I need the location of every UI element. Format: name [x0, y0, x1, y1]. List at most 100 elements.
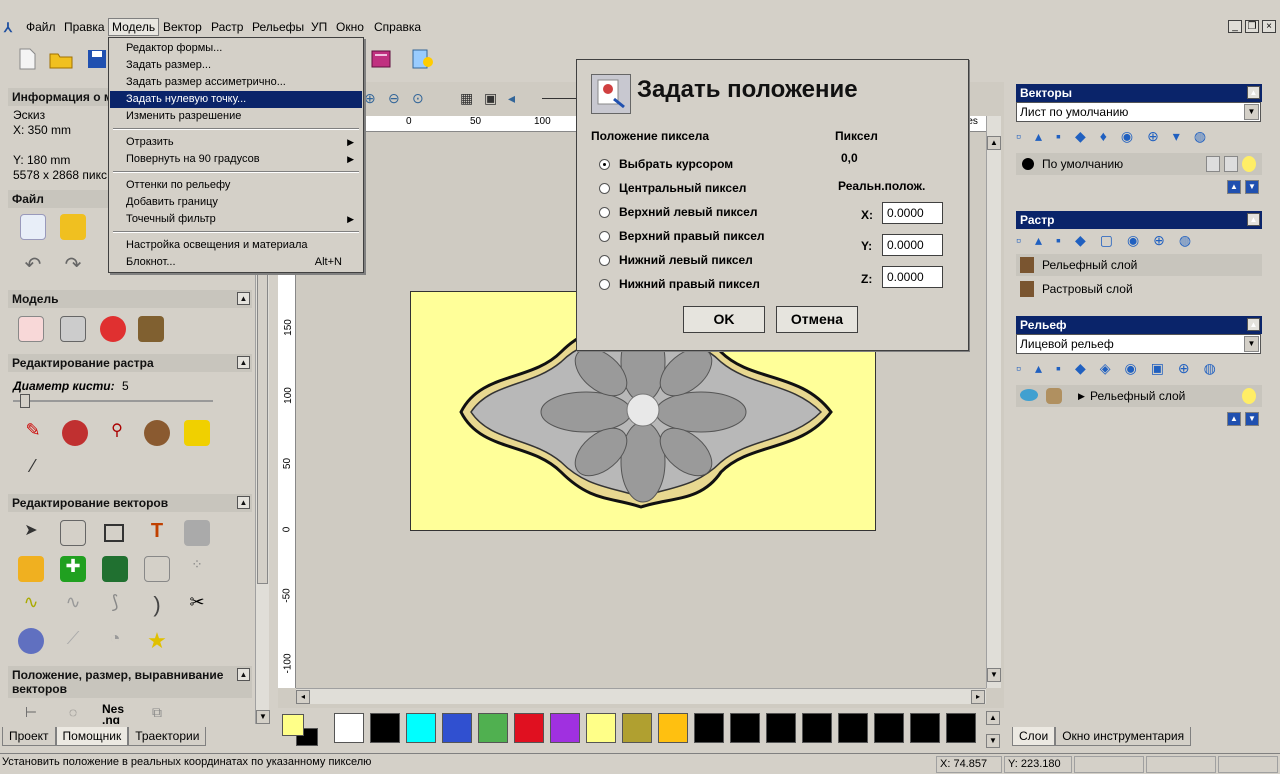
palette-scroll-down-icon[interactable]: ▼	[986, 734, 1000, 748]
select-arrow-icon[interactable]: ➤	[18, 520, 44, 546]
fill-icon[interactable]	[62, 420, 88, 446]
model-size-icon[interactable]	[18, 316, 44, 342]
brush-icon[interactable]: ⁄	[20, 456, 46, 482]
abc-grid-icon[interactable]	[102, 556, 128, 582]
back-icon[interactable]: ◂	[508, 90, 515, 107]
menu-item-lighting-material[interactable]: Настройка освещения и материала	[110, 237, 362, 254]
vector-layer-toolbar[interactable]: ▫▴▪◆♦◉⊕▾◍	[1016, 128, 1262, 148]
menu-item-shape-editor[interactable]: Редактор формы...	[110, 40, 362, 57]
move-up-icon[interactable]: ▲	[1227, 180, 1241, 194]
relief-layer-row[interactable]: ▶ Рельефный слой	[1016, 385, 1262, 407]
add-icon[interactable]: ✚	[60, 556, 86, 582]
collapse-icon[interactable]: ▲	[237, 496, 250, 509]
pencil-icon[interactable]: ✎	[20, 420, 46, 446]
menu-item-change-resolution[interactable]: Изменить разрешение	[110, 108, 362, 125]
z-input[interactable]: 0.0000	[882, 266, 943, 288]
color-swatch[interactable]	[406, 713, 436, 743]
vectors-sheet-dropdown[interactable]: Лист по умолчанию ▼	[1016, 102, 1261, 122]
mona-lisa-icon[interactable]	[138, 316, 164, 342]
minimize-button[interactable]: _	[1228, 20, 1242, 33]
resize-icon[interactable]: ⧉	[144, 704, 170, 724]
menu-window[interactable]: Окно	[334, 20, 366, 34]
radio-cursor[interactable]	[599, 159, 610, 170]
new-doc-icon[interactable]	[20, 214, 46, 240]
star-icon[interactable]: ★	[144, 628, 170, 654]
raster-layer-row[interactable]: Растровый слой	[1016, 278, 1262, 300]
menu-item-set-size[interactable]: Задать размер...	[110, 57, 362, 74]
transform-icon[interactable]	[60, 520, 86, 546]
menu-vector[interactable]: Вектор	[161, 20, 204, 34]
tab-toolpaths[interactable]: Траектории	[128, 727, 207, 746]
foreground-color[interactable]	[282, 714, 304, 736]
tab-toolbox[interactable]: Окно инструментария	[1055, 727, 1192, 746]
align-icon[interactable]: ⊢	[18, 704, 44, 724]
bulb-icon[interactable]	[1242, 388, 1256, 404]
redo-icon[interactable]: ↷	[60, 252, 86, 278]
color-swatch[interactable]	[442, 713, 472, 743]
collapse-icon[interactable]: ▲	[237, 668, 250, 681]
menu-item-rotate-90[interactable]: Повернуть на 90 градусов ▶	[110, 151, 362, 168]
radio-bottom-right[interactable]	[599, 279, 610, 290]
ok-button[interactable]: OK	[683, 306, 765, 333]
collapse-icon[interactable]: ▲	[1247, 318, 1260, 331]
nesting-icon[interactable]: Nes .ng	[102, 703, 124, 724]
edit-nodes-icon[interactable]	[184, 520, 210, 546]
radio-center[interactable]	[599, 183, 610, 194]
menu-item-mirror[interactable]: Отразить ▶	[110, 134, 362, 151]
menu-item-set-origin[interactable]: Задать нулевую точку...	[110, 91, 362, 108]
move-up-icon[interactable]: ▲	[1227, 412, 1241, 426]
snap-icon[interactable]: ▣	[484, 90, 497, 107]
color-swatch[interactable]	[838, 713, 868, 743]
radio-top-right[interactable]	[599, 231, 610, 242]
menu-model[interactable]: Модель	[108, 18, 160, 36]
move-down-icon[interactable]: ▼	[1245, 412, 1259, 426]
y-input[interactable]: 0.0000	[882, 234, 943, 256]
zoom-out-icon[interactable]: ⊖	[388, 90, 400, 107]
palette-scroll-up-icon[interactable]: ▲	[986, 711, 1000, 725]
zoom-in-icon[interactable]: ⊕	[364, 90, 376, 107]
text-tool-icon[interactable]: T	[144, 520, 170, 546]
radio-top-left[interactable]	[599, 207, 610, 218]
grid-view-icon[interactable]: ▦	[460, 90, 473, 107]
scroll-left-icon[interactable]: ◂	[296, 690, 310, 704]
vector-tool-icon[interactable]	[18, 556, 44, 582]
tab-assistant[interactable]: Помощник	[55, 727, 129, 746]
color-swatch[interactable]	[874, 713, 904, 743]
smooth-icon[interactable]: ∿	[60, 592, 86, 618]
menu-item-set-size-asym[interactable]: Задать размер ассиметрично...	[110, 74, 362, 91]
curve-icon[interactable]: ∿	[18, 592, 44, 618]
color-swatch[interactable]	[802, 713, 832, 743]
bulb-icon[interactable]	[1242, 156, 1256, 172]
menu-item-shade-by-relief[interactable]: Оттенки по рельефу	[110, 177, 362, 194]
move-down-icon[interactable]: ▼	[1245, 180, 1259, 194]
raster-layer-row[interactable]: Рельефный слой	[1016, 254, 1262, 276]
scroll-down-icon[interactable]: ▼	[256, 710, 270, 724]
menu-file[interactable]: Файл	[24, 20, 58, 34]
undo-icon[interactable]: ↶	[20, 252, 46, 278]
paint-icon[interactable]	[100, 316, 126, 342]
dots-icon[interactable]: ⁘	[184, 556, 210, 582]
save-icon[interactable]	[84, 46, 110, 72]
arc-icon[interactable]: )	[144, 592, 170, 618]
menu-item-pixel-filter[interactable]: Точечный фильтр ▶	[110, 211, 362, 228]
open-folder-icon[interactable]	[48, 46, 74, 72]
color-swatch[interactable]	[334, 713, 364, 743]
scroll-up-icon[interactable]: ▲	[987, 136, 1001, 150]
color-swatch[interactable]	[910, 713, 940, 743]
raster-layer-toolbar[interactable]: ▫▴▪◆▢◉⊕◍	[1016, 232, 1262, 252]
relief-layer-toolbar[interactable]: ▫▴▪◆◈◉▣⊕◍	[1016, 360, 1262, 380]
color-swatch[interactable]	[622, 713, 652, 743]
color-swatch[interactable]	[514, 713, 544, 743]
color-swatch[interactable]	[658, 713, 688, 743]
brush-slider-thumb[interactable]	[20, 394, 30, 408]
grid-icon[interactable]	[144, 556, 170, 582]
palette-icon[interactable]	[144, 420, 170, 446]
expand-icon[interactable]: ▶	[1078, 385, 1085, 407]
eyedropper-icon[interactable]: ⚲	[104, 420, 130, 446]
extrude-icon[interactable]	[18, 628, 44, 654]
menu-item-notepad[interactable]: Блокнот... Alt+N	[110, 254, 362, 271]
wizard-icon[interactable]	[410, 46, 436, 72]
scissors-icon[interactable]: ✂	[184, 592, 210, 618]
menu-reliefs[interactable]: Рельефы	[250, 20, 306, 34]
scroll-right-icon[interactable]: ▸	[971, 690, 985, 704]
